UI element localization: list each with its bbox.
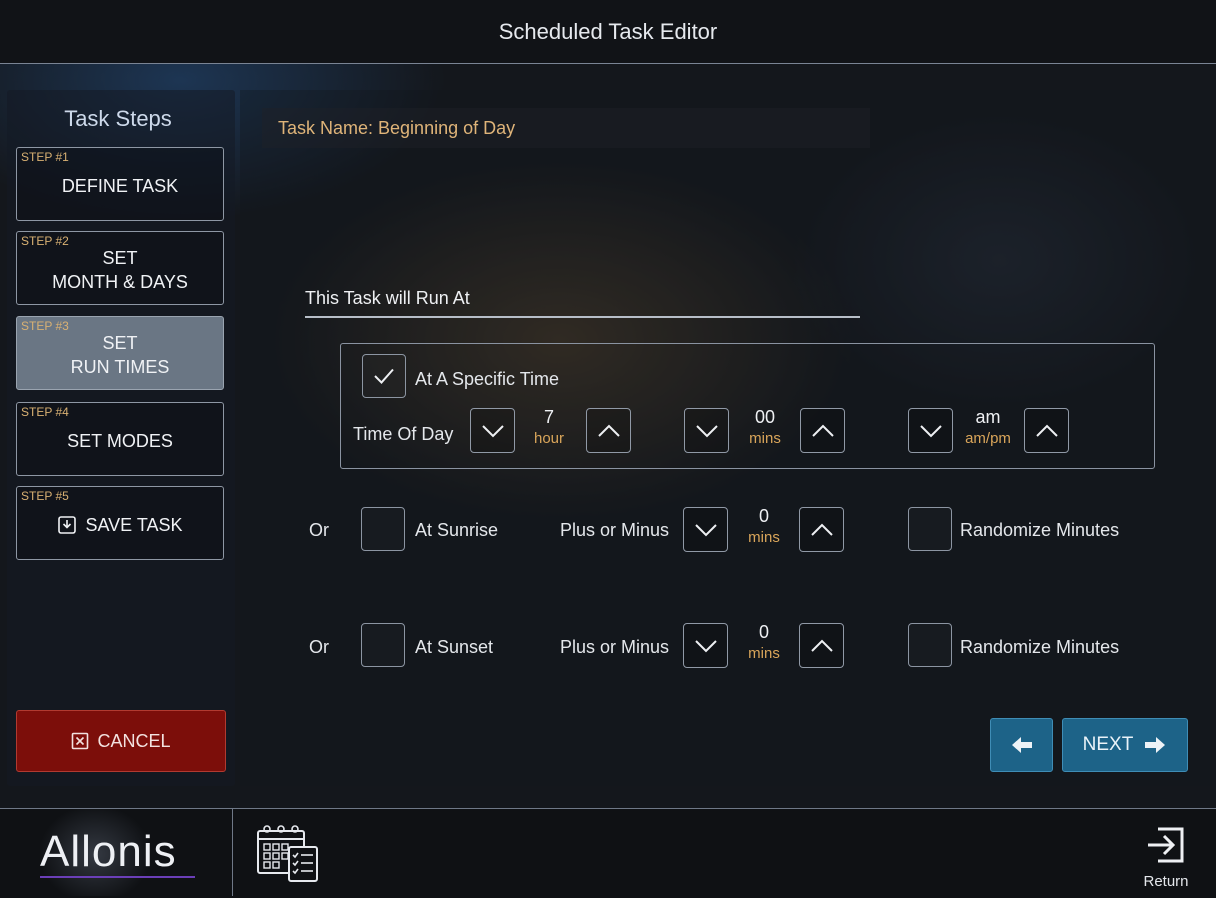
- next-button[interactable]: NEXT: [1062, 718, 1188, 772]
- sunrise-label: At Sunrise: [415, 520, 499, 540]
- sunset-offset-up-button[interactable]: [799, 623, 844, 668]
- cancel-label: CANCEL: [97, 730, 171, 751]
- task-name: Task Name: Beginning of Day: [262, 108, 870, 148]
- or-label: Or: [309, 520, 329, 540]
- cancel-button[interactable]: CANCEL: [16, 710, 226, 772]
- chevron-up-icon: [1035, 424, 1058, 437]
- sunrise-checkbox[interactable]: [361, 507, 405, 551]
- return-label: Return: [1143, 873, 1189, 890]
- sunset-offset-number: 0: [758, 622, 769, 642]
- sunrise-offset-unit: mins: [748, 529, 780, 546]
- ampm-text: am: [975, 407, 1001, 427]
- hour-unit: hour: [533, 430, 565, 447]
- task-steps-panel: Task Steps STEP #1 DEFINE TASK STEP #2 S…: [7, 90, 235, 786]
- mins-unit: mins: [749, 430, 781, 447]
- run-at-heading: This Task will Run At: [305, 288, 860, 318]
- chevron-down-icon: [694, 639, 717, 652]
- specific-time-label: At A Specific Time: [415, 369, 560, 389]
- step-define-task-button[interactable]: STEP #1 DEFINE TASK: [16, 147, 224, 221]
- back-button[interactable]: [990, 718, 1053, 772]
- sunrise-randomize-checkbox[interactable]: [908, 507, 952, 551]
- sunset-offset-value: 0 mins: [729, 621, 799, 665]
- exit-icon: [1148, 827, 1184, 863]
- chevron-down-icon: [694, 523, 717, 536]
- sunrise-offset-number: 0: [758, 506, 769, 526]
- step-label-wrap: SAVE TASK: [17, 487, 223, 559]
- ampm-down-button[interactable]: [908, 408, 953, 453]
- page-title: Scheduled Task Editor: [498, 18, 718, 44]
- chevron-up-icon: [810, 639, 833, 652]
- next-label: NEXT: [1082, 734, 1134, 755]
- step-label: DEFINE TASK: [61, 175, 179, 196]
- step-save-task-button[interactable]: STEP #5 SAVE TASK: [16, 486, 224, 560]
- sunset-label: At Sunset: [415, 637, 494, 657]
- checkmark-icon: [374, 368, 394, 384]
- bottom-bar: Allonis Return: [0, 808, 1216, 898]
- arrow-right-icon: [1145, 737, 1166, 753]
- step-set-modes-button[interactable]: STEP #4 SET MODES: [16, 402, 224, 476]
- or-label: Or: [309, 637, 329, 657]
- step-label: SET RUN TIMES: [70, 332, 170, 377]
- mins-down-button[interactable]: [684, 408, 729, 453]
- allonis-logo: Allonis: [0, 809, 233, 896]
- chevron-up-icon: [597, 424, 620, 437]
- sunrise-randomize-label: Randomize Minutes: [960, 520, 1120, 540]
- logo-underline: [40, 876, 195, 878]
- sunset-offset-unit: mins: [748, 645, 780, 662]
- hour-up-button[interactable]: [586, 408, 631, 453]
- chevron-down-icon: [695, 424, 718, 437]
- ampm-unit: am/pm: [965, 430, 1011, 447]
- sunset-checkbox[interactable]: [361, 623, 405, 667]
- logo-text: Allonis: [40, 827, 177, 876]
- mins-value: 00 mins: [730, 406, 800, 450]
- chevron-up-icon: [810, 523, 833, 536]
- sunset-randomize-checkbox[interactable]: [908, 623, 952, 667]
- step-set-run-times-button[interactable]: STEP #3 SET RUN TIMES: [16, 316, 224, 390]
- sunrise-offset-value: 0 mins: [729, 505, 799, 549]
- hour-down-button[interactable]: [470, 408, 515, 453]
- task-steps-heading: Task Steps: [64, 106, 172, 131]
- hour-number: 7: [543, 407, 554, 427]
- close-box-icon: [72, 732, 89, 750]
- specific-time-checkbox[interactable]: [362, 354, 406, 398]
- run-times-panel: Task Name: Beginning of Day This Task wi…: [240, 90, 1212, 786]
- hour-value: 7 hour: [514, 406, 584, 450]
- sunset-randomize-label: Randomize Minutes: [960, 637, 1120, 657]
- chevron-down-icon: [481, 424, 504, 437]
- sunset-offset-label: Plus or Minus: [560, 637, 670, 657]
- return-button[interactable]: Return: [1138, 823, 1194, 890]
- sunrise-offset-down-button[interactable]: [683, 507, 728, 552]
- chevron-down-icon: [919, 424, 942, 437]
- sunrise-offset-up-button[interactable]: [799, 507, 844, 552]
- mins-up-button[interactable]: [800, 408, 845, 453]
- step-label: SET MONTH & DAYS: [52, 247, 188, 292]
- arrow-left-icon: [1011, 737, 1032, 753]
- sunrise-offset-label: Plus or Minus: [560, 520, 670, 540]
- step-label: SET MODES: [67, 430, 173, 451]
- mins-number: 00: [754, 407, 776, 427]
- step-set-month-days-button[interactable]: STEP #2 SET MONTH & DAYS: [16, 231, 224, 305]
- step-label: SAVE TASK: [85, 514, 183, 535]
- sunset-offset-down-button[interactable]: [683, 623, 728, 668]
- ampm-value: am am/pm: [953, 406, 1023, 450]
- ampm-up-button[interactable]: [1024, 408, 1069, 453]
- title-bar: Scheduled Task Editor: [0, 0, 1216, 64]
- schedule-calendar-icon[interactable]: [255, 823, 321, 888]
- save-icon: [58, 515, 77, 534]
- specific-time-group: At A Specific Time Time Of Day 7 hour 00…: [340, 343, 1155, 469]
- time-of-day-label: Time Of Day: [353, 424, 454, 444]
- chevron-up-icon: [811, 424, 834, 437]
